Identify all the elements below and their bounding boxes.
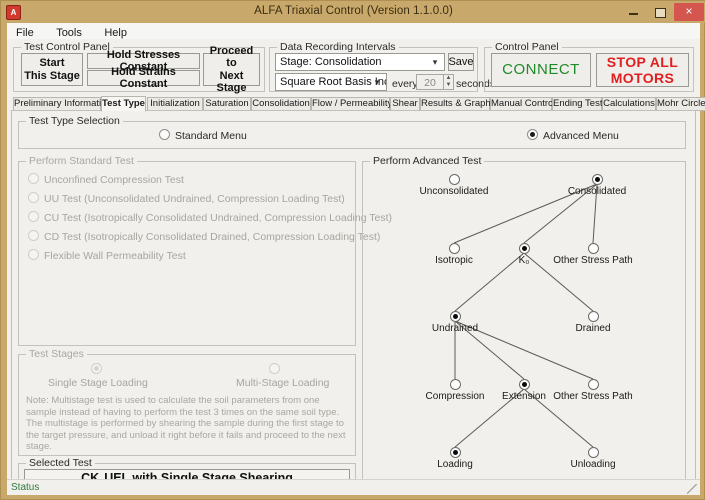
tab-mohr-circle[interactable]: Mohr Circle <box>656 97 705 111</box>
tree-node-label-undrained: Undrained <box>431 323 479 334</box>
radio-standard-menu[interactable] <box>159 129 170 140</box>
radio-standard-option-4[interactable] <box>28 249 39 260</box>
tab-initialization[interactable]: Initialization <box>147 97 203 111</box>
hold-strains-constant-button[interactable]: Hold Strains Constant <box>87 66 200 90</box>
standard-option-label-0: Unconfined Compression Test <box>44 174 184 186</box>
standard-option-label-4: Flexible Wall Permeability Test <box>44 250 186 262</box>
tree-node-extension[interactable] <box>518 378 530 390</box>
tree-node-label-unloading: Unloading <box>570 459 616 470</box>
radio-standard-option-1[interactable] <box>28 192 39 203</box>
tree-node-other-stress-1[interactable] <box>587 242 599 254</box>
tree-node-label-other-stress-1: Other Stress Path <box>553 255 633 266</box>
window-title: ALFA Triaxial Control (Version 1.1.0.0) <box>254 5 453 17</box>
proceed-to-next-stage-button[interactable]: Proceed to Next Stage <box>203 45 260 94</box>
tab-strip: Preliminary Information Test Type Initiali… <box>11 96 705 112</box>
title-bar: A ALFA Triaxial Control (Version 1.1.0.0… <box>1 1 705 23</box>
tree-node-label-other-stress-2: Other Stress Path <box>553 391 633 402</box>
tree-node-label-extension: Extension <box>502 391 546 402</box>
standard-option-label-1: UU Test (Unconsolidated Undrained, Compr… <box>44 193 345 205</box>
tree-node-drained[interactable] <box>587 310 599 322</box>
tab-manual-control[interactable]: Manual Control <box>490 97 555 111</box>
client-area: Test Control Panel Start This Stage Hold… <box>7 39 705 494</box>
standard-option-label-3: CD Test (Isotropically Consolidated Drai… <box>44 231 381 243</box>
status-text: Status <box>11 482 40 493</box>
radio-standard-option-2[interactable] <box>28 211 39 222</box>
status-bar: Status <box>7 479 700 495</box>
resize-grip[interactable] <box>687 484 697 494</box>
tree-node-undrained[interactable] <box>449 310 461 322</box>
tree-node-label-unconsolidated: Unconsolidated <box>419 186 489 197</box>
tab-results-graphs[interactable]: Results & Graphs <box>420 97 495 111</box>
perform-standard-test-legend: Perform Standard Test <box>26 155 137 167</box>
single-stage-loading-label: Single Stage Loading <box>48 377 148 389</box>
tree-node-label-isotropic: Isotropic <box>435 255 473 266</box>
selected-test-legend: Selected Test <box>26 457 95 469</box>
interval-input[interactable]: 20 <box>416 74 444 90</box>
menu-bar: File Tools Help <box>7 23 700 40</box>
standard-option-label-2: CU Test (Isotropically Consolidated Undr… <box>44 212 393 224</box>
radio-single-stage-loading[interactable] <box>91 363 102 374</box>
tree-node-label-k0: K₀ <box>518 255 530 266</box>
advanced-menu-label: Advanced Menu <box>543 130 619 142</box>
stop-line1: STOP ALL <box>606 53 679 70</box>
test-type-selection-legend: Test Type Selection <box>26 115 123 127</box>
start-stage-line2: This Stage <box>24 69 80 82</box>
proceed-line2: Next Stage <box>216 69 247 94</box>
multistage-note: Note: Multistage test is used to calcula… <box>26 395 346 452</box>
chevron-down-icon[interactable]: ▾ <box>428 54 442 70</box>
tree-node-other-stress-2[interactable] <box>587 378 599 390</box>
tree-node-label-loading: Loading <box>437 459 473 470</box>
standard-menu-label: Standard Menu <box>175 130 247 142</box>
start-stage-line1: Start <box>39 57 65 70</box>
every-label: every <box>392 78 418 90</box>
advanced-test-tree-nodes: Unconsolidated Consolidated Isotropic K₀ Oth… <box>362 161 686 489</box>
multi-stage-loading-label: Multi-Stage Loading <box>236 377 330 389</box>
tab-saturation[interactable]: Saturation <box>203 97 251 111</box>
tab-preliminary-information[interactable]: Preliminary Information <box>13 97 112 111</box>
app-window: A ALFA Triaxial Control (Version 1.1.0.0… <box>0 0 705 500</box>
interval-stepper[interactable]: ▲ ▼ <box>444 74 454 90</box>
maximize-icon[interactable] <box>649 3 670 21</box>
tab-shear[interactable]: Shear <box>390 97 420 111</box>
tab-flow-permeability[interactable]: Flow / Permeability <box>311 97 392 111</box>
tree-node-compression[interactable] <box>449 378 461 390</box>
tree-node-consolidated[interactable] <box>591 173 603 185</box>
chevron-down-icon[interactable]: ▾ <box>370 74 384 90</box>
tab-test-type[interactable]: Test Type <box>101 96 146 112</box>
tab-page-test-type: Test Type Selection Standard Menu Advanc… <box>11 110 696 489</box>
data-recording-legend: Data Recording Intervals <box>277 41 399 53</box>
tree-node-unloading[interactable] <box>587 446 599 458</box>
stop-line2: MOTORS <box>610 70 675 86</box>
tab-ending-test[interactable]: Ending Test <box>552 97 602 111</box>
radio-multi-stage-loading[interactable] <box>269 363 280 374</box>
tab-calculations[interactable]: Calculations <box>602 97 656 111</box>
tree-node-label-drained: Drained <box>575 323 611 334</box>
basis-select[interactable]: Square Root Basis Incremen ▾ <box>275 73 387 91</box>
radio-standard-option-3[interactable] <box>28 230 39 241</box>
tree-node-k0[interactable] <box>518 242 530 254</box>
control-panel-legend: Control Panel <box>492 41 562 53</box>
tree-node-loading[interactable] <box>449 446 461 458</box>
save-button[interactable]: Save <box>448 53 474 71</box>
start-this-stage-button[interactable]: Start This Stage <box>21 53 83 86</box>
window-controls: × <box>623 3 704 21</box>
test-stages-legend: Test Stages <box>26 348 87 360</box>
radio-advanced-menu[interactable] <box>527 129 538 140</box>
minimize-icon[interactable] <box>623 3 644 21</box>
radio-standard-option-0[interactable] <box>28 173 39 184</box>
connect-button[interactable]: CONNECT <box>491 53 591 87</box>
tree-node-isotropic[interactable] <box>448 242 460 254</box>
tree-node-label-compression: Compression <box>425 391 485 402</box>
stage-select[interactable]: Stage: Consolidation ▾ <box>275 53 445 71</box>
tree-node-label-consolidated: Consolidated <box>567 186 627 197</box>
stage-select-value: Stage: Consolidation <box>280 56 382 68</box>
close-icon[interactable]: × <box>674 3 704 21</box>
stop-all-motors-button[interactable]: STOP ALL MOTORS <box>596 53 689 87</box>
tab-consolidation[interactable]: Consolidation <box>251 97 311 111</box>
tree-node-unconsolidated[interactable] <box>448 173 460 185</box>
proceed-line1: Proceed to <box>209 45 254 70</box>
